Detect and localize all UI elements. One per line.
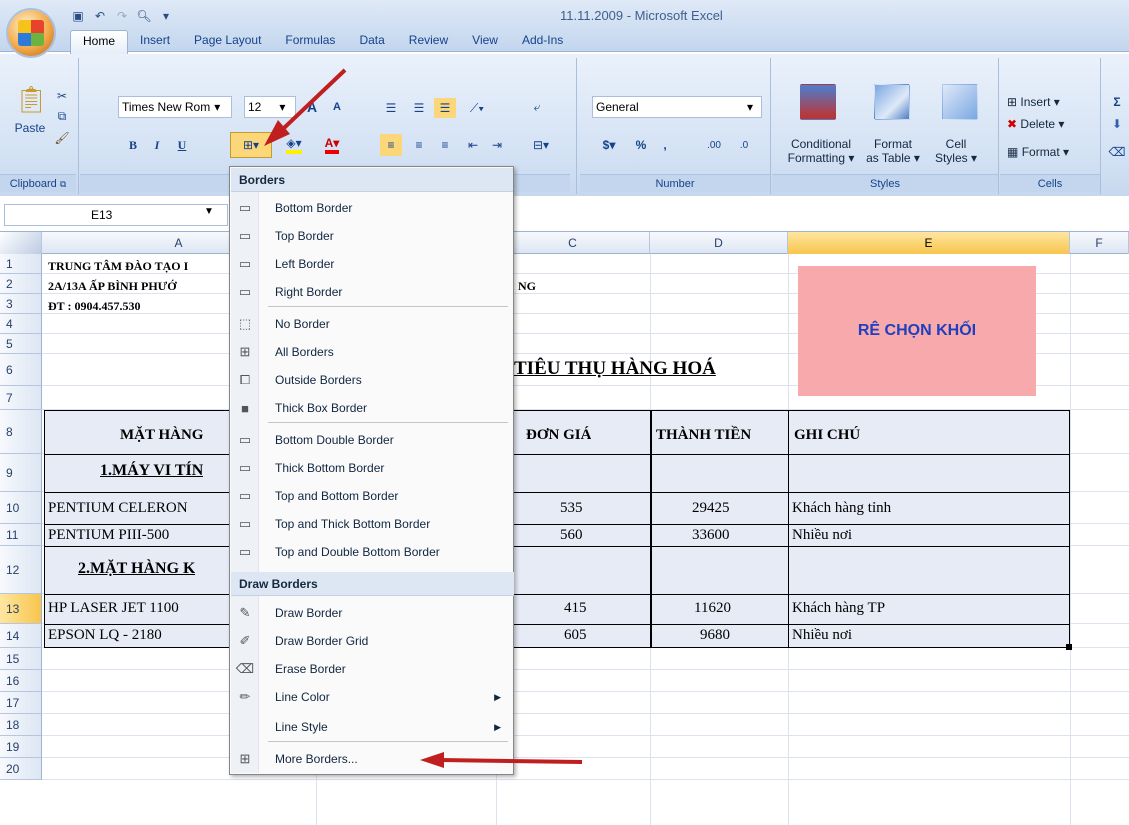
annotation-arrows xyxy=(264,68,583,768)
arrowhead-more-borders xyxy=(420,752,444,768)
arrow-to-more-borders xyxy=(439,758,583,764)
arrow-to-borders-button xyxy=(282,68,347,130)
